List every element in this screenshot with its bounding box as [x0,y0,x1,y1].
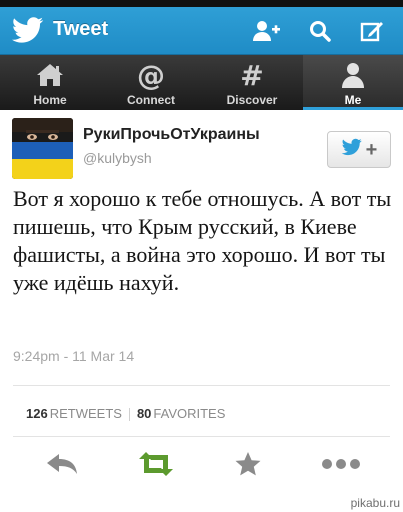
app-title: Tweet [53,18,109,40]
tab-connect[interactable]: @ Connect [101,55,201,110]
author-handle[interactable]: @kulybysh [83,150,152,166]
watermark: pikabu.ru [350,496,400,510]
more-button[interactable] [321,451,361,481]
divider [13,385,390,386]
follow-button[interactable]: + [327,131,391,168]
star-icon [234,451,262,482]
tab-label: Discover [226,93,278,107]
tab-home[interactable]: Home [0,55,100,110]
reply-icon [45,452,79,481]
tweet-stats: 126 RETWEETS 80 FAVORITES [26,406,225,422]
at-sign-icon: @ [137,58,165,92]
plus-icon: + [365,138,378,161]
twitter-bird-icon [341,138,363,161]
tab-label: Home [33,93,67,107]
stats-separator [128,408,130,422]
more-icon [321,457,361,475]
twitter-bird-icon[interactable] [12,16,44,44]
home-icon [35,61,65,89]
retweets-label[interactable]: RETWEETS [50,406,122,421]
hashtag-icon: # [240,58,264,92]
person-icon [338,61,368,89]
tweet-timestamp[interactable]: 9:24pm - 11 Mar 14 [13,348,134,364]
tab-label: Connect [127,93,175,107]
tab-label: Me [344,93,362,107]
tab-discover[interactable]: # Discover [202,55,302,110]
favorite-button[interactable] [228,451,268,481]
divider [13,436,390,437]
search-icon[interactable] [302,14,338,48]
add-user-icon[interactable] [248,14,284,48]
favorites-count[interactable]: 80 [137,406,151,421]
app-bar: Tweet [0,7,403,55]
tab-me[interactable]: Me [303,55,403,110]
retweet-button[interactable] [136,451,176,481]
author-name[interactable]: РукиПрочьОтУкраины [83,126,260,144]
status-bar [0,0,403,7]
avatar[interactable] [12,118,73,179]
retweets-count[interactable]: 126 [26,406,48,421]
compose-icon[interactable] [354,14,390,48]
reply-button[interactable] [42,451,82,481]
tab-bar: Home @ Connect # Discover Me [0,55,403,110]
tweet-text: Вот я хорошо к тебе отношусь. А вот ты п… [13,186,392,295]
retweet-icon [137,451,175,482]
favorites-label[interactable]: FAVORITES [153,406,225,421]
